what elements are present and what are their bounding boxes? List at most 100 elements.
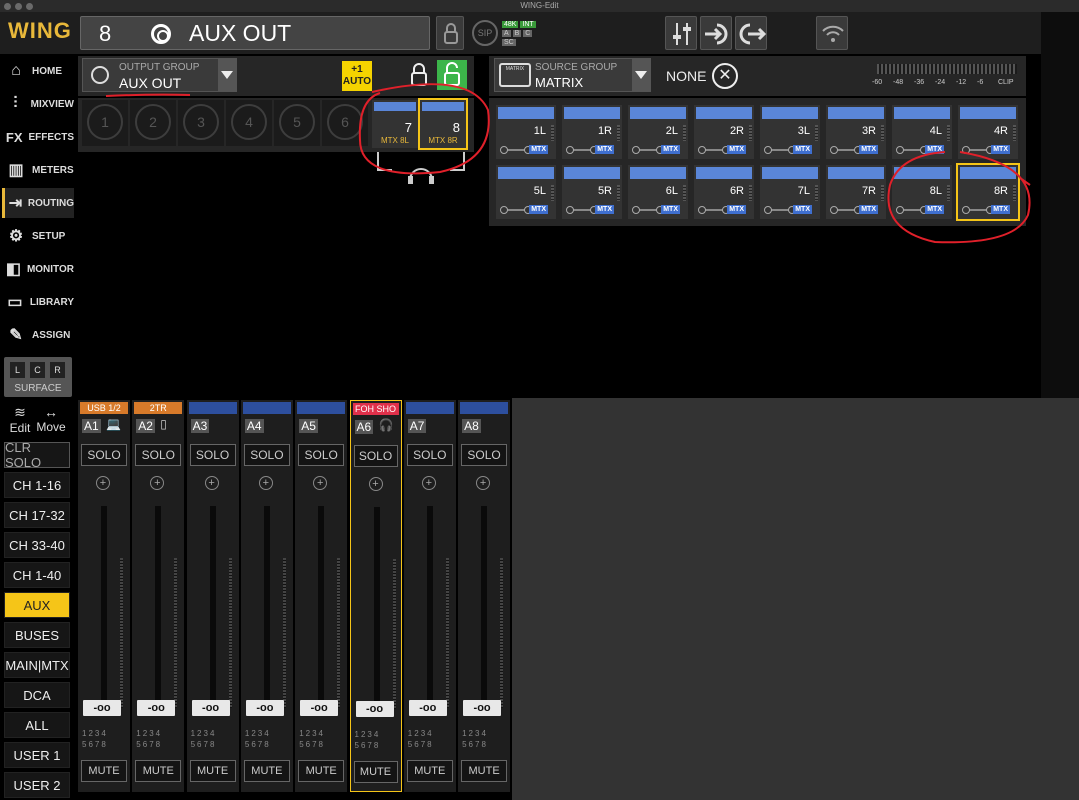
mute-button[interactable]: MUTE <box>243 760 290 782</box>
channel-strip[interactable]: A3 SOLO + -oo 1234 5678 MUTE <box>186 400 239 792</box>
add-icon[interactable]: + <box>368 477 383 491</box>
output-tile[interactable]: 7 MTX 8L <box>372 100 418 148</box>
channel-strip[interactable]: A5 SOLO + -oo 1234 5678 MUTE <box>295 400 348 792</box>
nav-home[interactable]: ⌂ HOME <box>2 56 74 86</box>
channel-strip[interactable]: 2TR A2 ▯ SOLO + -oo 1234 5678 MUTE <box>132 400 185 792</box>
add-icon[interactable]: + <box>421 476 436 490</box>
add-icon[interactable]: + <box>150 476 165 490</box>
source-tile-2l[interactable]: 2L MTX <box>628 105 688 159</box>
channel-strip[interactable]: A7 SOLO + -oo 1234 5678 MUTE <box>403 400 456 792</box>
source-tile-6r[interactable]: 6R MTX <box>694 165 754 219</box>
mute-button[interactable]: MUTE <box>353 761 398 783</box>
solo-button[interactable]: SOLO <box>135 444 182 466</box>
channel-name-box[interactable]: 8 AUX OUT <box>80 16 430 50</box>
add-icon[interactable]: + <box>96 476 110 490</box>
mute-button[interactable]: MUTE <box>81 760 127 782</box>
move-button[interactable]: ↔ Move <box>36 404 66 434</box>
mtx-tag: MTX <box>991 205 1010 214</box>
source-tile-8r[interactable]: 8R MTX <box>956 163 1020 221</box>
mute-button[interactable]: MUTE <box>298 760 345 782</box>
source-tile-label: 4R <box>993 125 1008 137</box>
route-out-button[interactable] <box>735 16 767 50</box>
source-tile-6l[interactable]: 6L MTX <box>628 165 688 219</box>
fader-handle[interactable]: -oo <box>245 700 284 716</box>
surface-l-button[interactable]: L <box>10 362 25 378</box>
lock-button[interactable] <box>436 16 464 50</box>
mute-button[interactable]: MUTE <box>406 760 453 782</box>
layer-button-ch-1-16[interactable]: CH 1-16 <box>4 472 70 498</box>
fader-handle[interactable]: -oo <box>191 700 230 716</box>
mute-button[interactable]: MUTE <box>189 760 236 782</box>
source-group-select[interactable]: MATRIX SOURCE GROUP MATRIX <box>494 58 651 92</box>
add-icon[interactable]: + <box>476 476 491 490</box>
fader-handle[interactable]: -oo <box>300 700 339 716</box>
nav-library[interactable]: ▭ LIBRARY <box>2 287 74 317</box>
output-tile[interactable]: 8 MTX 8R <box>418 98 468 150</box>
fader-handle[interactable]: -oo <box>83 700 121 716</box>
nav-mixview[interactable]: ⫶ MIXVIEW <box>2 89 74 119</box>
nav-setup[interactable]: ⚙ SETUP <box>2 221 74 251</box>
lock-toggle-active[interactable] <box>437 60 467 90</box>
add-icon[interactable]: + <box>313 476 328 490</box>
unlock-toggle[interactable] <box>404 60 434 90</box>
layer-button-ch-33-40[interactable]: CH 33-40 <box>4 532 70 558</box>
network-button[interactable] <box>816 16 848 50</box>
layer-button-clr-solo[interactable]: CLR SOLO <box>4 440 70 470</box>
layer-button-ch-17-32[interactable]: CH 17-32 <box>4 502 70 528</box>
mute-button[interactable]: MUTE <box>461 760 508 782</box>
layer-button-user-2[interactable]: USER 2 <box>4 772 70 798</box>
layer-button-main-mtx[interactable]: MAIN|MTX <box>4 652 70 678</box>
fader-handle[interactable]: -oo <box>355 701 394 717</box>
source-tile-4l[interactable]: 4L MTX <box>892 105 952 159</box>
layer-button-all[interactable]: ALL <box>4 712 70 738</box>
add-icon[interactable]: + <box>258 476 273 490</box>
source-tile-2r[interactable]: 2R MTX <box>694 105 754 159</box>
source-tile-5l[interactable]: 5L MTX <box>496 165 556 219</box>
source-tile-1r[interactable]: 1R MTX <box>562 105 622 159</box>
output-group-select[interactable]: OUTPUT GROUP AUX OUT <box>82 58 237 92</box>
layer-button-ch-1-40[interactable]: CH 1-40 <box>4 562 70 588</box>
layer-button-buses[interactable]: BUSES <box>4 622 70 648</box>
solo-button[interactable]: SOLO <box>298 444 345 466</box>
route-in-button[interactable] <box>700 16 732 50</box>
layer-button-user-1[interactable]: USER 1 <box>4 742 70 768</box>
source-tile-3r[interactable]: 3R MTX <box>826 105 886 159</box>
solo-button[interactable]: SOLO <box>243 444 290 466</box>
surface-c-button[interactable]: C <box>30 362 45 378</box>
nav-meters[interactable]: ▥ METERS <box>2 155 74 185</box>
nav-monitor[interactable]: ◧ MONITOR <box>2 254 74 284</box>
auto-increment-button[interactable]: +1 AUTO <box>342 61 372 91</box>
source-tile-5r[interactable]: 5R MTX <box>562 165 622 219</box>
solo-button[interactable]: SOLO <box>81 444 127 466</box>
solo-button[interactable]: SOLO <box>189 444 236 466</box>
solo-button[interactable]: SOLO <box>461 444 508 466</box>
clear-source-button[interactable]: ✕ <box>712 63 738 89</box>
nav-effects[interactable]: FX EFFECTS <box>2 122 74 152</box>
channel-strip[interactable]: USB 1/2 A1 💻 SOLO + -oo 1234 5678 MUTE <box>78 400 130 792</box>
mute-button[interactable]: MUTE <box>135 760 182 782</box>
layer-button-dca[interactable]: DCA <box>4 682 70 708</box>
solo-button[interactable]: SOLO <box>353 445 398 467</box>
source-tile-7l[interactable]: 7L MTX <box>760 165 820 219</box>
source-tile-3l[interactable]: 3L MTX <box>760 105 820 159</box>
channel-strip[interactable]: A8 SOLO + -oo 1234 5678 MUTE <box>458 400 511 792</box>
mtx-tag: MTX <box>529 145 548 154</box>
edit-button[interactable]: ≋ Edit <box>8 404 32 435</box>
nav-routing[interactable]: ⇥ ROUTING <box>2 188 74 218</box>
channel-strip[interactable]: FOH SHO A6 🎧 SOLO + -oo 1234 5678 MUTE <box>349 400 402 792</box>
add-icon[interactable]: + <box>204 476 219 490</box>
fader-handle[interactable]: -oo <box>137 700 176 716</box>
fader-settings-button[interactable] <box>665 16 697 50</box>
fader-handle[interactable]: -oo <box>408 700 447 716</box>
surface-selector[interactable]: L C R SURFACE <box>4 357 72 397</box>
source-tile-8l[interactable]: 8L MTX <box>892 165 952 219</box>
nav-assign[interactable]: ✎ ASSIGN <box>2 320 74 350</box>
solo-button[interactable]: SOLO <box>406 444 453 466</box>
source-tile-4r[interactable]: 4R MTX <box>958 105 1018 159</box>
fader-handle[interactable]: -oo <box>463 700 502 716</box>
channel-strip[interactable]: A4 SOLO + -oo 1234 5678 MUTE <box>240 400 293 792</box>
source-tile-7r[interactable]: 7R MTX <box>826 165 886 219</box>
layer-button-aux[interactable]: AUX <box>4 592 70 618</box>
surface-r-button[interactable]: R <box>50 362 65 378</box>
source-tile-1l[interactable]: 1L MTX <box>496 105 556 159</box>
